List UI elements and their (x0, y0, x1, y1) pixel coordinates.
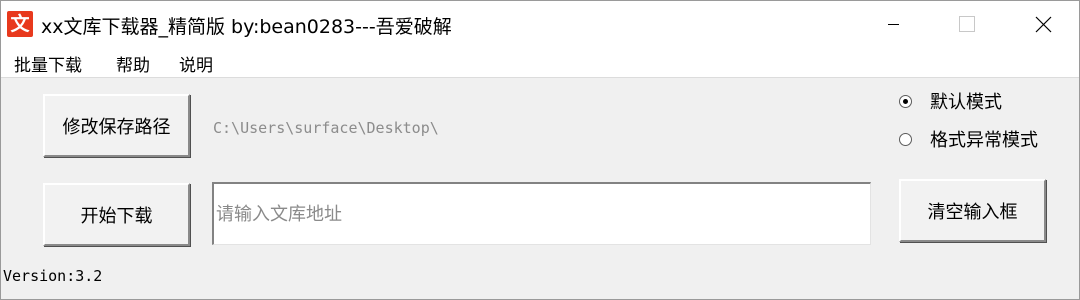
app-logo-icon: 文 (7, 11, 33, 37)
menu-batch-download[interactable]: 批量下载 (14, 51, 82, 76)
close-icon (1035, 16, 1052, 33)
mode-default-label: 默认模式 (930, 92, 1002, 113)
minimize-button[interactable] (857, 1, 929, 47)
maximize-button[interactable] (929, 1, 1001, 47)
minimize-icon (888, 24, 899, 25)
mode-format-error-radio[interactable]: 格式异常模式 (899, 127, 1038, 151)
menu-bar: 批量下载 帮助 说明 (1, 47, 1079, 78)
mode-default-radio[interactable]: 默认模式 (899, 89, 1002, 113)
close-button[interactable] (1005, 1, 1077, 47)
menu-instructions[interactable]: 说明 (179, 51, 213, 76)
menu-help[interactable]: 帮助 (116, 51, 150, 76)
save-path-label: C:\Users\surface\Desktop\ (213, 119, 439, 137)
window-title: xx文库下载器_精简版 by:bean0283---吾爱破解 (41, 16, 452, 38)
version-label: Version:3.2 (3, 267, 103, 285)
radio-selected-icon (899, 94, 912, 108)
change-save-path-button[interactable]: 修改保存路径 (43, 94, 190, 157)
app-window: 文 xx文库下载器_精简版 by:bean0283---吾爱破解 批量下载 帮助… (0, 0, 1080, 300)
clear-input-button[interactable]: 清空输入框 (899, 179, 1046, 242)
library-url-input[interactable] (212, 182, 871, 245)
start-download-button[interactable]: 开始下载 (43, 183, 190, 246)
radio-unselected-icon (899, 132, 912, 146)
mode-format-error-label: 格式异常模式 (930, 130, 1038, 151)
title-bar[interactable]: 文 xx文库下载器_精简版 by:bean0283---吾爱破解 (1, 1, 1079, 47)
maximize-icon (959, 16, 975, 32)
